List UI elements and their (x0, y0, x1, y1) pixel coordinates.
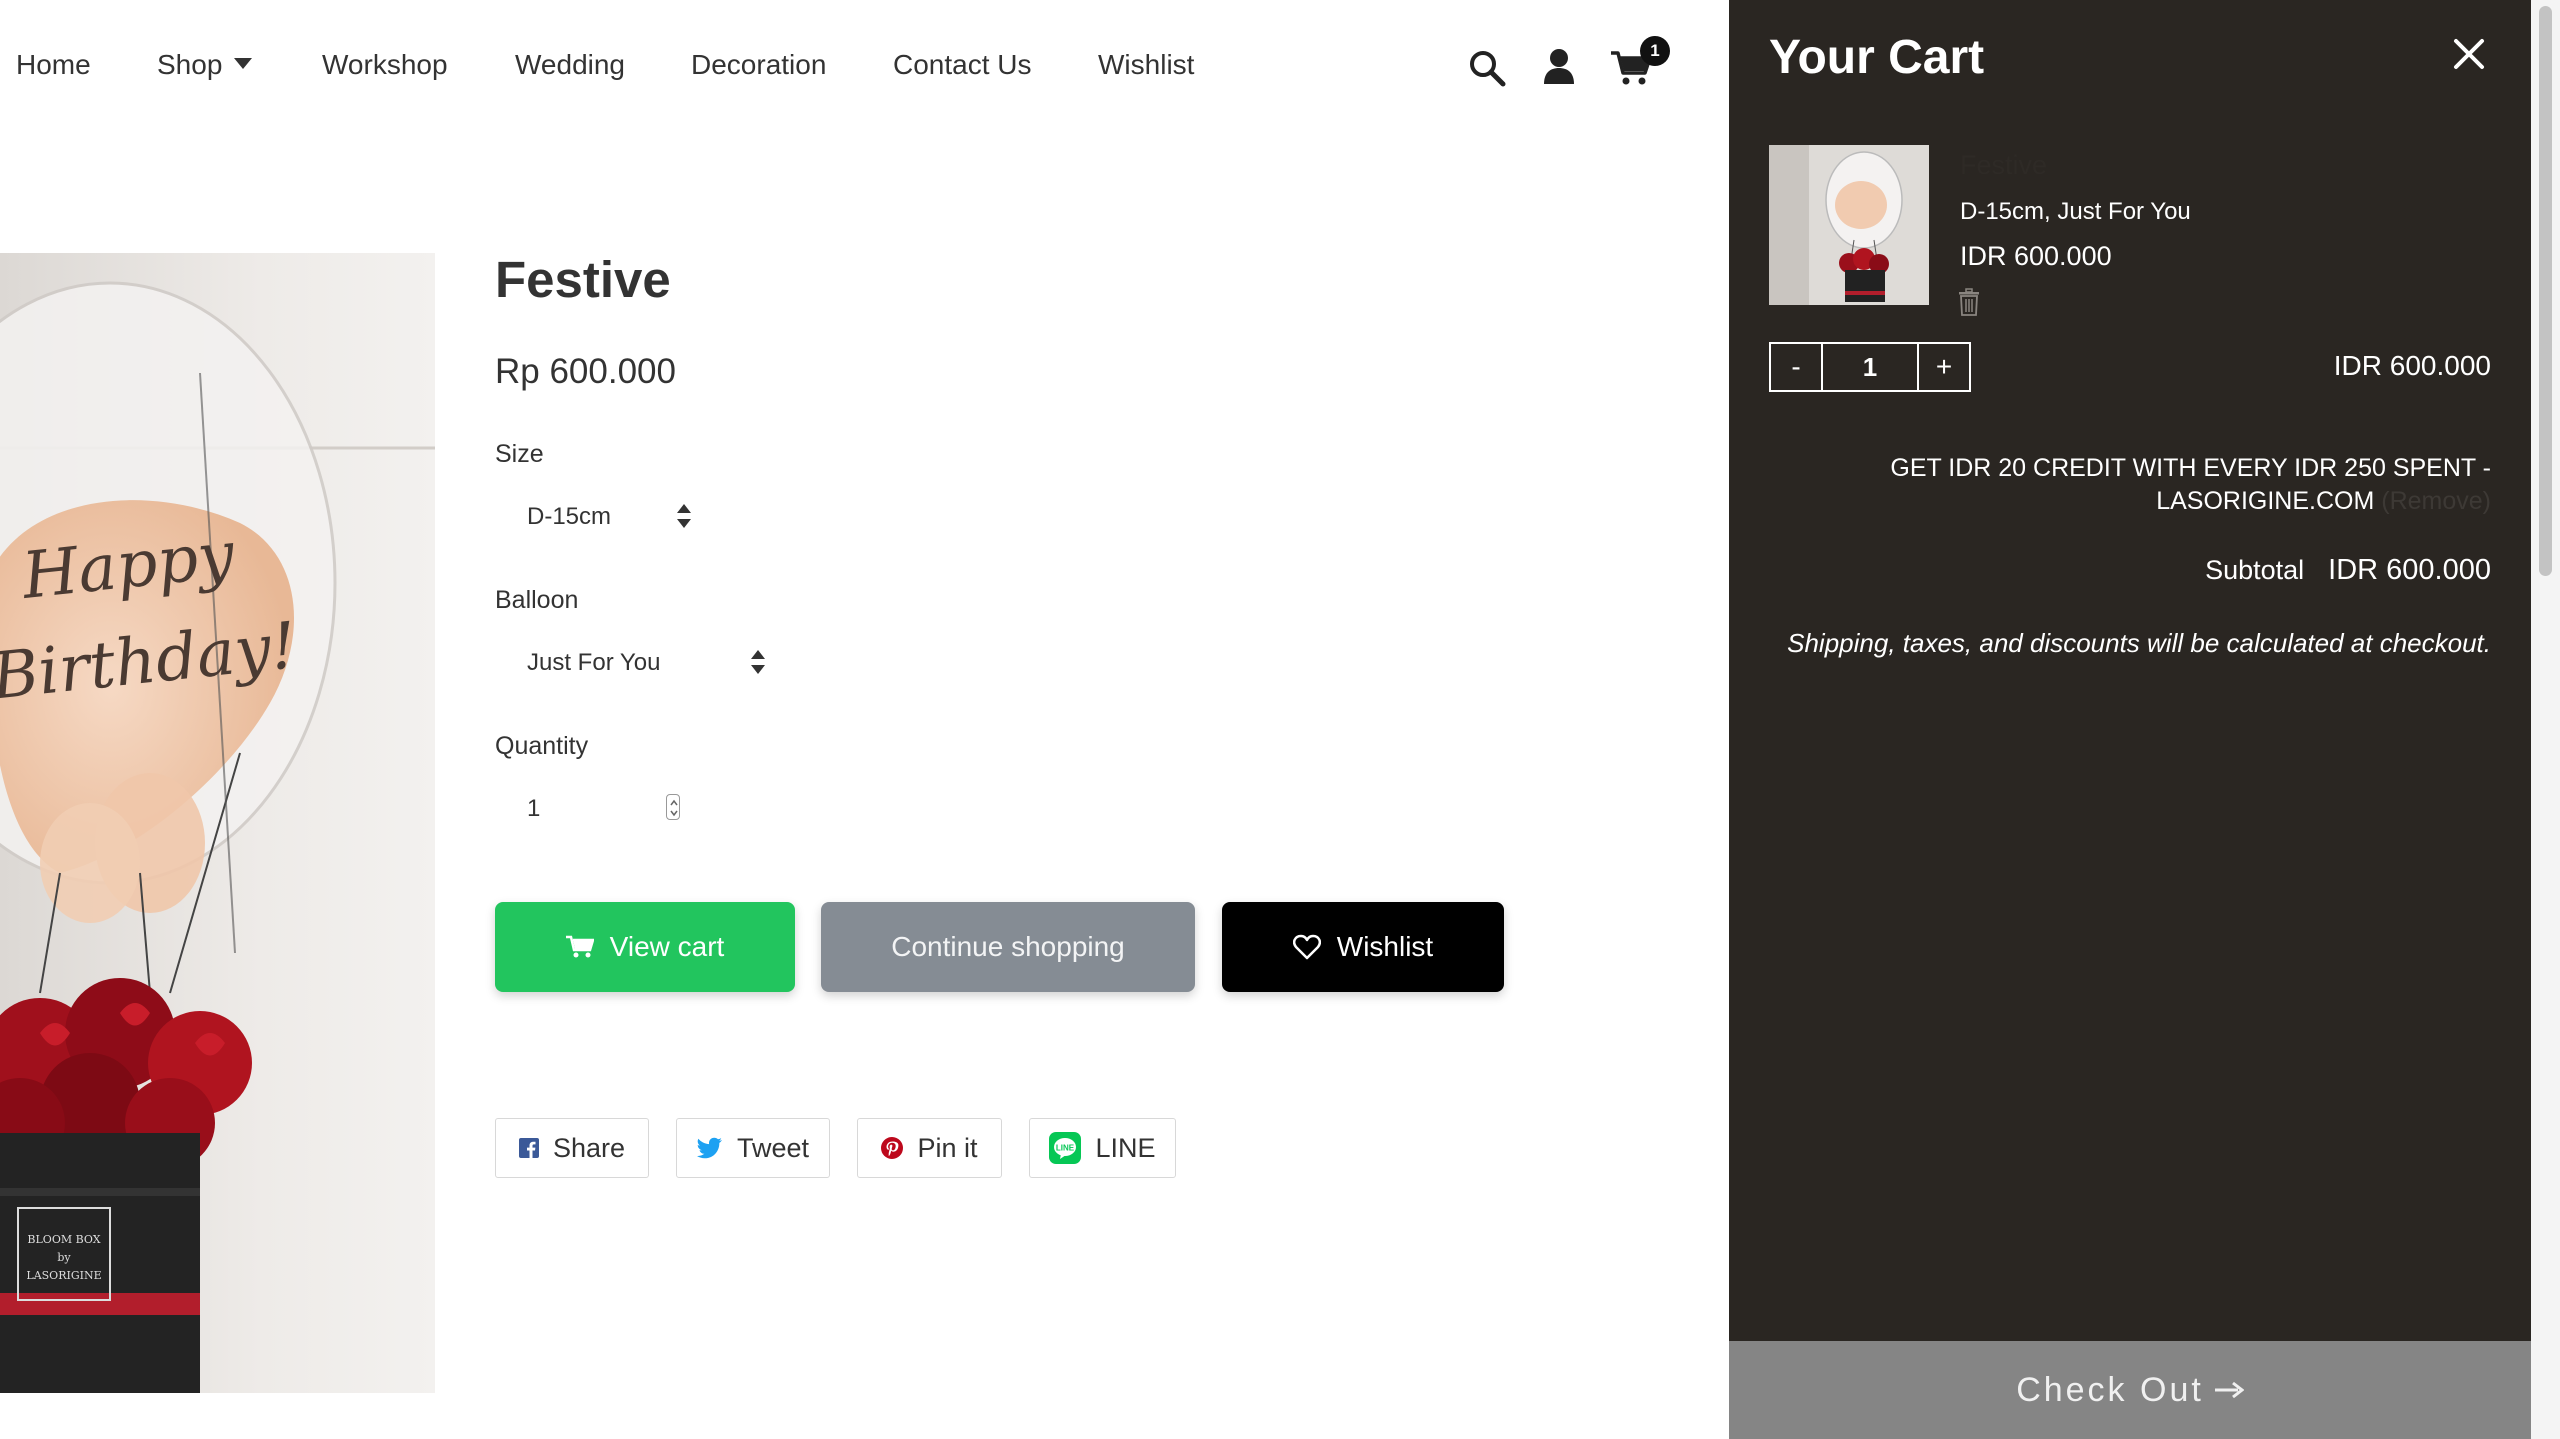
updown-icon (675, 501, 693, 531)
quantity-value: 1 (527, 795, 541, 822)
trash-icon[interactable] (1958, 288, 1980, 316)
share-facebook-label: Share (552, 1132, 626, 1163)
cart-item-price: IDR 600.000 (1960, 241, 2112, 271)
nav-shop[interactable]: Shop (157, 48, 253, 82)
checkout-button[interactable]: Check Out (1729, 1341, 2531, 1439)
product-price: Rp 600.000 (495, 352, 676, 391)
quantity-label: Quantity (495, 732, 589, 760)
cart-icon[interactable]: 1 (1610, 36, 1670, 86)
product-title: Festive (495, 251, 671, 308)
scrollbar-thumb[interactable] (2539, 6, 2552, 576)
scrollbar[interactable] (2531, 0, 2560, 1439)
updown-icon (749, 647, 767, 677)
subtotal-row: Subtotal IDR 600.000 (2205, 554, 2491, 587)
caret-down-icon (234, 58, 253, 70)
cart-item-title[interactable]: Festive (1960, 150, 2047, 181)
size-label: Size (495, 440, 544, 468)
continue-shopping-label: Continue shopping (891, 931, 1125, 962)
subtotal-value: IDR 600.000 (2328, 554, 2491, 586)
nav-home[interactable]: Home (16, 48, 91, 82)
share-twitter-button[interactable]: Tweet (676, 1118, 830, 1178)
cart-drawer: Your Cart Festive D-15cm, Just For You I… (1729, 0, 2531, 1439)
quantity-increase-button[interactable]: + (1919, 344, 1969, 390)
user-icon[interactable] (1542, 48, 1576, 84)
wishlist-button[interactable]: Wishlist (1222, 902, 1504, 992)
share-facebook-button[interactable]: Share (495, 1118, 649, 1178)
shipping-note: Shipping, taxes, and discounts will be c… (1787, 628, 2491, 658)
share-line-button[interactable]: LINE LINE (1029, 1118, 1176, 1178)
box-text-3: LASORIGINE (26, 1269, 101, 1282)
cart-item-variant: D-15cm, Just For You (1960, 198, 2191, 225)
credit-remove-link[interactable]: (Remove) (2381, 487, 2491, 515)
credit-line-2: LASORIGINE.COM (2156, 487, 2375, 515)
view-cart-button[interactable]: View cart (495, 902, 795, 992)
cart-count-badge: 1 (1640, 36, 1670, 66)
balloon-select-value: Just For You (527, 649, 661, 676)
share-line-label: LINE (1095, 1132, 1156, 1163)
product-image: Happy Birthday! BLOOM BOX by LASORIGINE (0, 253, 435, 1393)
main-nav: Home Shop Workshop Wedding Decoration Co… (0, 0, 1729, 130)
search-icon[interactable] (1467, 48, 1507, 88)
box-text-1: BLOOM BOX (27, 1233, 100, 1246)
nav-contact-us[interactable]: Contact Us (893, 48, 1032, 82)
credit-discount-note: GET IDR 20 CREDIT WITH EVERY IDR 250 SPE… (1791, 452, 2491, 518)
heart-icon (1292, 934, 1321, 960)
credit-line-2-wrap: LASORIGINE.COM (Remove) (1791, 485, 2491, 518)
subtotal-label: Subtotal (2205, 555, 2305, 585)
nav-shop-label: Shop (157, 49, 223, 80)
nav-workshop[interactable]: Workshop (322, 48, 448, 82)
share-pinterest-label: Pin it (917, 1132, 978, 1163)
credit-line-1: GET IDR 20 CREDIT WITH EVERY IDR 250 SPE… (1890, 454, 2491, 482)
arrow-right-icon (2214, 1381, 2244, 1399)
checkout-label: Check Out (2016, 1370, 2204, 1409)
nav-wedding[interactable]: Wedding (515, 48, 625, 82)
spinner-icon[interactable] (666, 794, 680, 820)
share-pinterest-button[interactable]: Pin it (857, 1118, 1002, 1178)
wishlist-label: Wishlist (1336, 931, 1434, 962)
balloon-label: Balloon (495, 586, 579, 614)
cart-quantity-stepper: - 1 + (1769, 342, 1971, 392)
share-twitter-label: Tweet (736, 1132, 810, 1163)
size-select-value: D-15cm (527, 503, 612, 530)
line-icon-text: LINE (1056, 1144, 1075, 1153)
pinterest-icon (881, 1137, 904, 1159)
size-select[interactable]: D-15cm (495, 485, 705, 547)
box-text-2: by (57, 1251, 71, 1264)
line-icon: LINE (1049, 1132, 1082, 1164)
balloon-select[interactable]: Just For You (495, 631, 780, 693)
cart-title: Your Cart (1769, 31, 1985, 84)
facebook-icon (518, 1138, 539, 1158)
quantity-input[interactable]: 1 (495, 778, 680, 838)
quantity-decrease-button[interactable]: - (1771, 344, 1821, 390)
cart-quantity-input[interactable]: 1 (1821, 344, 1919, 390)
twitter-icon (696, 1137, 722, 1159)
cart-item-thumbnail[interactable] (1769, 145, 1929, 305)
cart-icon (565, 935, 594, 958)
nav-wishlist[interactable]: Wishlist (1098, 48, 1194, 82)
nav-decoration[interactable]: Decoration (691, 48, 826, 82)
continue-shopping-button[interactable]: Continue shopping (821, 902, 1195, 992)
view-cart-label: View cart (609, 931, 725, 962)
close-icon[interactable] (2451, 36, 2487, 72)
cart-item-line-total: IDR 600.000 (2333, 350, 2491, 381)
